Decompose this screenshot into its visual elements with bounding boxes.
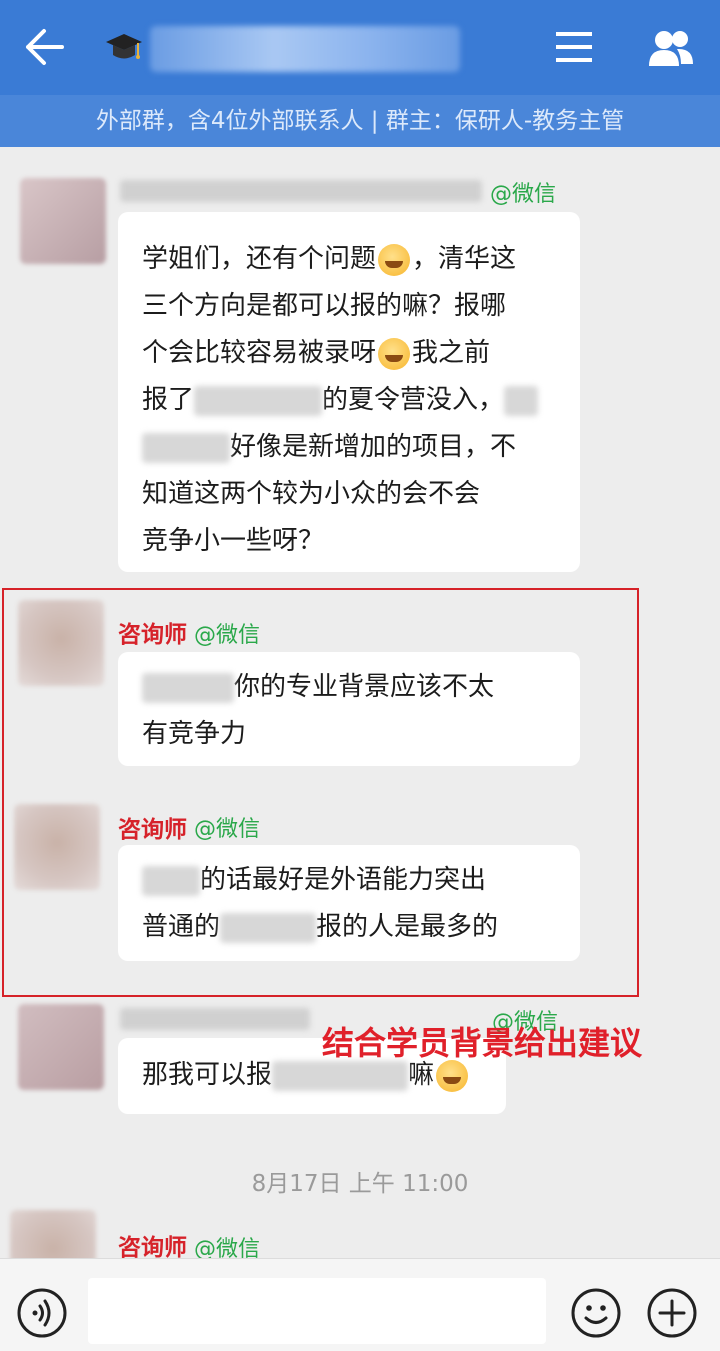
- crying-emoji-icon: [378, 243, 411, 276]
- redacted-text: [272, 1060, 409, 1091]
- annotation-text: 结合学员背景给出建议: [322, 1024, 643, 1062]
- redacted-text: [142, 865, 200, 896]
- message-bubble[interactable]: 你的专业背景应该不太 有竞争力: [118, 652, 580, 766]
- facepalm-emoji-icon: [378, 337, 411, 370]
- voice-input-icon[interactable]: [16, 1287, 68, 1339]
- redacted-text: [194, 385, 323, 416]
- back-arrow-icon[interactable]: [22, 25, 66, 69]
- redacted-text: [220, 912, 317, 943]
- message-bubble[interactable]: 的话最好是外语能力突出 普通的 报的人是最多的: [118, 845, 580, 961]
- avatar[interactable]: [18, 600, 104, 686]
- wechat-source-tag: @微信: [194, 623, 261, 648]
- consultant-name: 咨询师: [118, 621, 187, 648]
- emoji-icon[interactable]: [570, 1287, 622, 1339]
- message-input[interactable]: [88, 1278, 546, 1344]
- wechat-source-tag: @微信: [194, 817, 261, 842]
- wechat-source-tag: @微信: [490, 182, 557, 207]
- sender-name-redacted: [120, 180, 482, 202]
- graduation-cap-icon: [106, 34, 142, 59]
- redacted-text: [142, 432, 230, 463]
- facepalm-emoji-icon: [436, 1059, 469, 1092]
- avatar[interactable]: [20, 178, 106, 264]
- sender-name-redacted: [120, 1008, 310, 1030]
- message-bubble[interactable]: 学姐们，还有个问题 ，清华这 三个方向是都可以报的嘛？报哪 个会比较容易被录呀 我之…: [118, 212, 580, 572]
- redacted-text: [142, 672, 234, 703]
- consultant-name: 咨询师: [118, 816, 187, 843]
- avatar[interactable]: [18, 1004, 104, 1090]
- avatar[interactable]: [14, 804, 100, 890]
- consultant-name: 咨询师: [118, 1234, 187, 1261]
- group-members-icon[interactable]: [647, 28, 695, 68]
- menu-icon[interactable]: [556, 30, 592, 64]
- timestamp: 8月17日 上午 11:00: [251, 1171, 469, 1197]
- redacted-text: [504, 385, 539, 416]
- add-more-icon[interactable]: [646, 1287, 698, 1339]
- group-name-redacted: [150, 26, 460, 72]
- group-info-bar: 外部群，含4位外部联系人 | 群主：保研人-教务主管: [0, 95, 720, 147]
